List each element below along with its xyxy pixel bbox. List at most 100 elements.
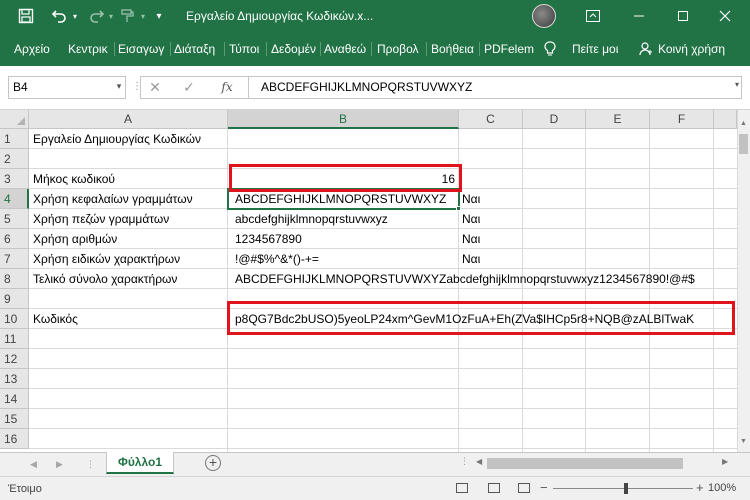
sheet-list-grip-icon[interactable]: ⋮ [86,456,95,472]
vertical-scrollbar[interactable] [737,110,750,452]
next-sheet-icon[interactable]: ▶ [56,456,63,472]
tab-insert[interactable]: Εισαγωγ [118,32,164,66]
column-header-a[interactable]: A [29,110,228,129]
undo-icon[interactable] [48,0,70,32]
tab-review[interactable]: Αναθεώ [324,32,366,66]
row-header[interactable]: 6 [0,229,29,249]
zoom-in-icon[interactable]: + [696,476,704,500]
enter-formula-icon[interactable]: ✓ [179,77,199,98]
row-header[interactable]: 13 [0,369,29,389]
minimize-icon[interactable] [624,0,654,32]
horizontal-scroll-thumb[interactable] [487,458,683,469]
tab-help[interactable]: Βοήθεια [431,32,474,66]
fill-handle[interactable] [456,206,461,211]
insert-function-icon[interactable]: fx [217,77,237,98]
row-header[interactable]: 5 [0,209,29,229]
scroll-left-icon[interactable]: ◀ [476,457,482,466]
share-person-icon[interactable] [638,32,654,66]
row-header[interactable]: 14 [0,389,29,409]
row-header[interactable]: 9 [0,289,29,309]
sheet-tab-active[interactable]: Φύλλο1 [106,452,174,474]
zoom-slider-thumb[interactable] [624,483,628,494]
tell-me-search[interactable]: Πείτε μοι [572,32,618,66]
cell-b5[interactable]: abcdefghijklmnopqrstuvwxyz [235,209,388,229]
cell-a1[interactable]: Εργαλείο Δημιουργίας Κωδικών [33,129,201,149]
save-icon[interactable] [14,0,38,32]
zoom-out-icon[interactable]: − [540,476,548,500]
tab-split-grip-icon[interactable]: ⋮ [460,456,469,467]
column-header-g[interactable] [714,110,737,129]
cell-a4[interactable]: Χρήση κεφαλαίων γραμμάτων [33,189,193,209]
cancel-formula-icon[interactable]: ✕ [145,77,165,98]
select-all-corner[interactable] [0,110,29,129]
tab-formulas[interactable]: Τύποι [229,32,259,66]
row-header[interactable]: 10 [0,309,29,329]
row-header[interactable]: 15 [0,409,29,429]
close-icon[interactable] [710,0,740,32]
page-layout-view-icon[interactable] [488,483,500,493]
tab-home[interactable]: Κεντρικ [68,32,108,66]
ribbon-display-options-icon[interactable] [578,0,608,32]
tab-pdfelement[interactable]: PDFelem [484,32,534,66]
add-sheet-icon[interactable]: + [205,455,221,471]
cell-a5[interactable]: Χρήση πεζών γραμμάτων [33,209,169,229]
gridline [29,408,737,409]
undo-dropdown-icon[interactable]: ▾ [70,0,80,32]
page-break-view-icon[interactable] [518,483,530,493]
row-header[interactable]: 1 [0,129,29,149]
normal-view-icon[interactable] [456,483,468,493]
row-header[interactable]: 7 [0,249,29,269]
cell-a7[interactable]: Χρήση ειδικών χαρακτήρων [33,249,180,269]
cell-a8[interactable]: Τελικό σύνολο χαρακτήρων [33,269,177,289]
row-header[interactable]: 4 [0,189,29,209]
vertical-scroll-thumb[interactable] [739,134,748,154]
user-avatar[interactable] [532,4,556,28]
tab-page-layout[interactable]: Διάταξη [174,32,215,66]
redo-icon[interactable] [86,0,108,32]
row-header[interactable]: 3 [0,169,29,189]
gridline [29,428,737,429]
scroll-down-icon[interactable]: ▼ [737,438,750,450]
worksheet-grid[interactable]: A B C D E F 1 2 3 4 5 6 7 8 9 10 11 12 1… [0,110,750,452]
tab-view[interactable]: Προβολ [377,32,419,66]
scroll-right-icon[interactable]: ▶ [722,457,728,466]
column-header-e[interactable]: E [586,110,650,129]
scroll-up-icon[interactable]: ▲ [737,120,750,132]
cell-c5[interactable]: Ναι [462,209,480,229]
lightbulb-icon[interactable] [542,32,558,66]
redo-dropdown-icon[interactable]: ▾ [106,0,116,32]
expand-formula-bar-icon[interactable]: ▾ [732,80,742,94]
formula-input[interactable]: ABCDEFGHIJKLMNOPQRSTUVWXYZ [248,76,742,99]
tab-data[interactable]: Δεδομέν [271,32,316,66]
prev-sheet-icon[interactable]: ◀ [30,456,37,472]
row-header[interactable]: 2 [0,149,29,169]
column-header-b[interactable]: B [228,110,459,129]
name-box[interactable]: B4 [8,76,126,99]
cell-a6[interactable]: Χρήση αριθμών [33,229,117,249]
row-header[interactable]: 8 [0,269,29,289]
cell-b6[interactable]: 1234567890 [235,229,302,249]
share-button[interactable]: Κοινή χρήση [658,32,725,66]
cell-a10[interactable]: Κωδικός [33,309,78,329]
cell-b7[interactable]: !@#$%^&*()-+= [235,249,319,269]
customize-qat-icon[interactable]: ▾ [152,0,166,32]
row-header[interactable]: 16 [0,429,29,449]
zoom-level[interactable]: 100% [708,476,736,500]
column-header-d[interactable]: D [523,110,586,129]
cell-c7[interactable]: Ναι [462,249,480,269]
row-header[interactable]: 11 [0,329,29,349]
cell-a3[interactable]: Μήκος κωδικού [33,169,115,189]
qat-dropdown-icon[interactable]: ▾ [138,0,148,32]
cell-c4[interactable]: Ναι [462,189,480,209]
cell-c6[interactable]: Ναι [462,229,480,249]
format-painter-icon[interactable] [116,0,138,32]
maximize-icon[interactable] [668,0,698,32]
cell-b8[interactable]: ABCDEFGHIJKLMNOPQRSTUVWXYZabcdefghijklmn… [235,269,737,289]
column-header-f[interactable]: F [650,110,714,129]
row-header[interactable]: 12 [0,349,29,369]
column-header-c[interactable]: C [459,110,523,129]
zoom-slider[interactable] [553,488,693,489]
cell-b4[interactable]: ABCDEFGHIJKLMNOPQRSTUVWXYZ [235,189,446,209]
tab-file[interactable]: Αρχείο [14,32,50,66]
name-box-dropdown-icon[interactable]: ▾ [112,76,126,99]
